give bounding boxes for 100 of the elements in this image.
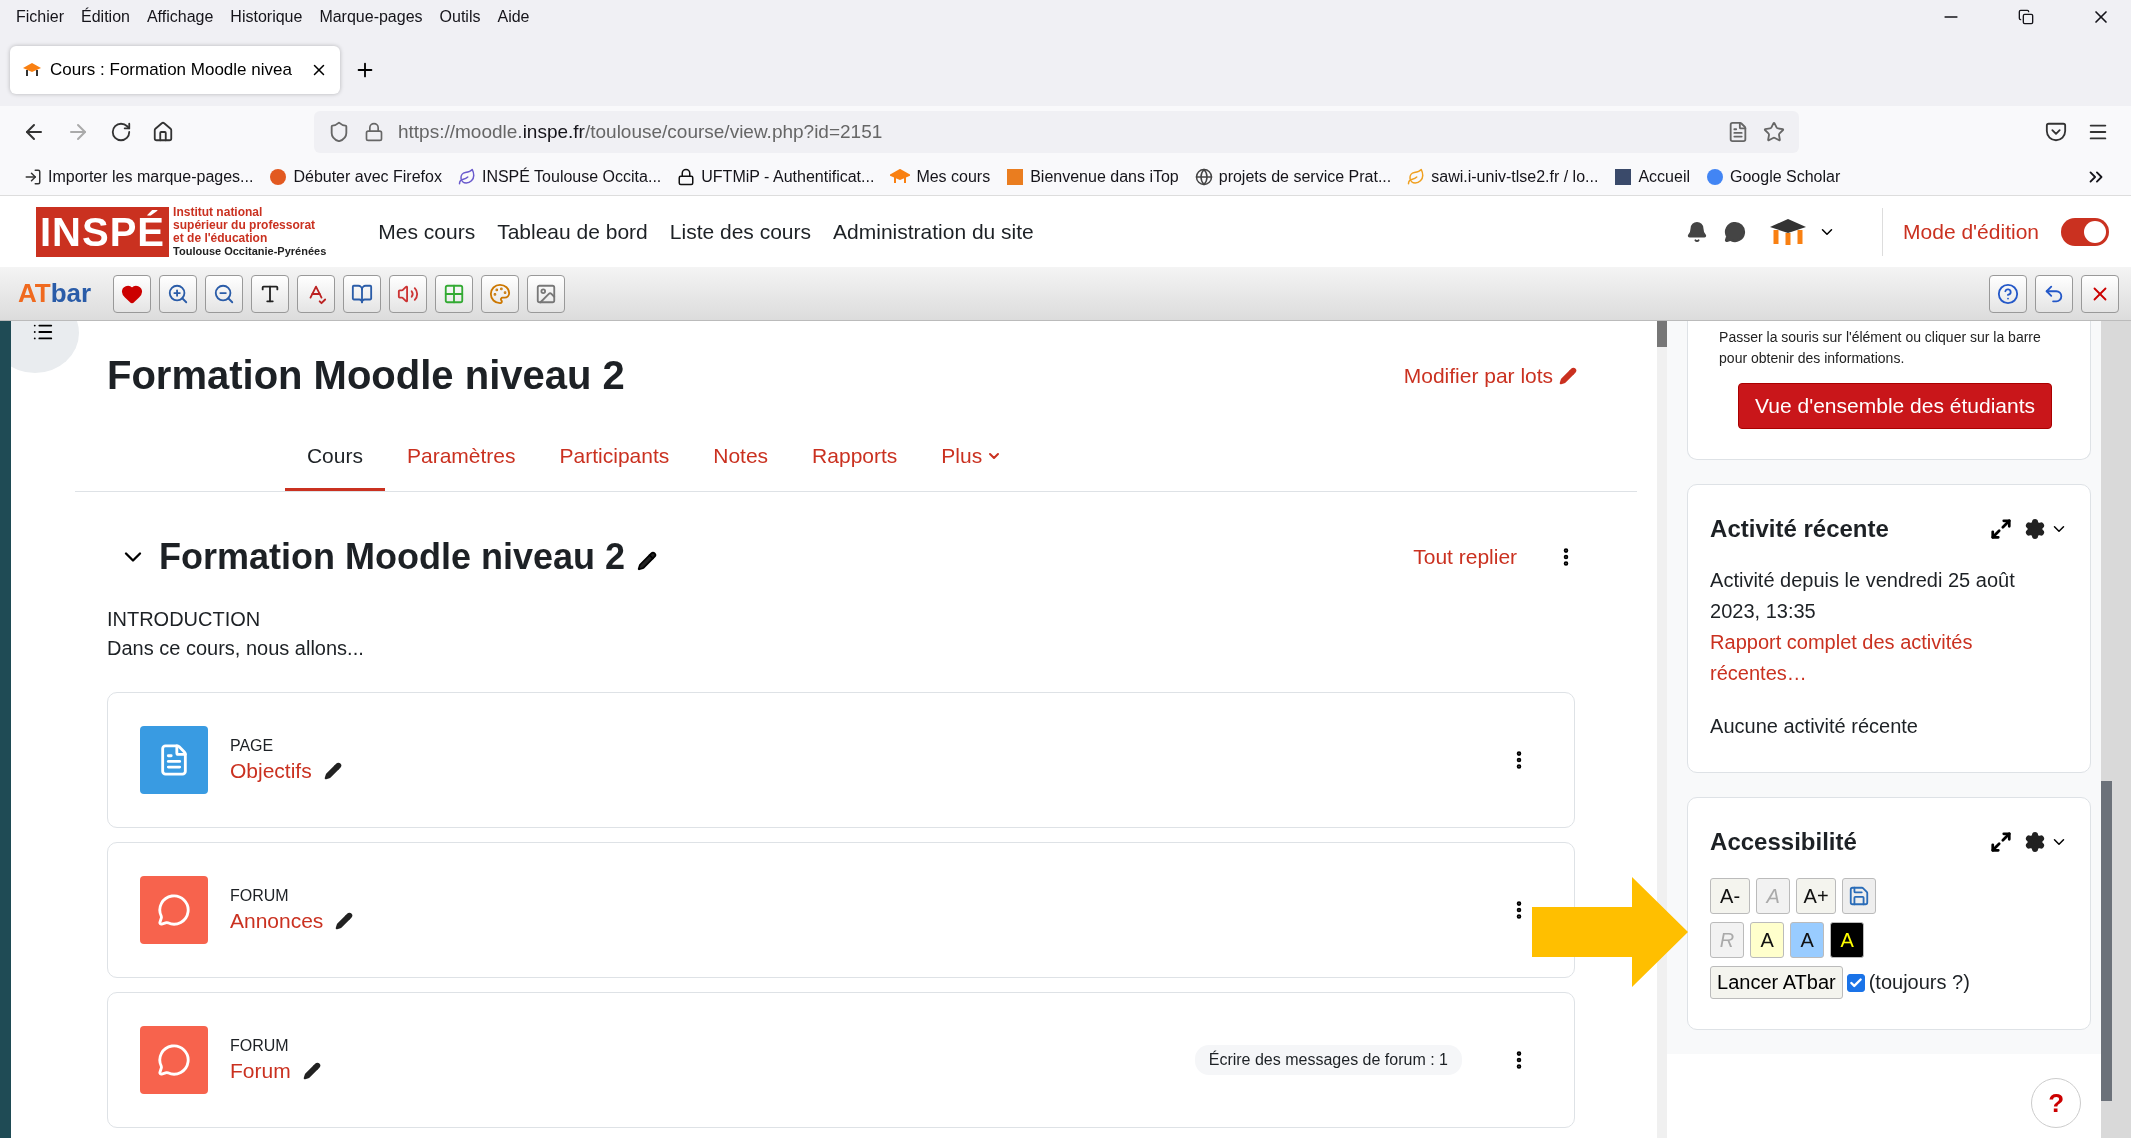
- hat-icon: [890, 168, 911, 185]
- image-icon: [535, 282, 558, 305]
- chat-icon[interactable]: [1724, 220, 1747, 243]
- scrollbar[interactable]: [1657, 321, 1668, 1138]
- pencil-icon: [302, 1062, 321, 1080]
- round-icon: [269, 167, 288, 186]
- course-tab[interactable]: Notes: [691, 430, 791, 491]
- nav-link[interactable]: Mes cours: [378, 219, 476, 244]
- pocket-icon[interactable]: [2045, 121, 2067, 143]
- bookmark-link[interactable]: sawi.i-univ-tlse2.fr / lo...: [1407, 167, 1599, 186]
- nav-link[interactable]: Tableau de bord: [497, 219, 648, 244]
- bookmark-link[interactable]: Accueil: [1614, 167, 1690, 186]
- book-icon: [351, 282, 374, 305]
- launch-atbar-button[interactable]: Lancer ATbar: [1710, 966, 1843, 999]
- square-icon: [1614, 167, 1633, 186]
- activity-link[interactable]: Annonces: [229, 909, 1486, 933]
- activity-since-text: Activité depuis le vendredi 25 août 2023, 13:35: [1710, 568, 2016, 624]
- settings-icon[interactable]: [2024, 831, 2047, 853]
- address-field[interactable]: https://moodle.inspe.fr/toulouse/course/view.php?id=2151: [314, 111, 1799, 153]
- toolbar-button[interactable]: [297, 274, 336, 313]
- expand-icon[interactable]: [1990, 518, 2013, 540]
- expand-icon[interactable]: [1990, 831, 2013, 853]
- import-icon: [24, 167, 42, 186]
- menu-item[interactable]: Historique: [230, 8, 303, 26]
- document-icon: [139, 726, 208, 794]
- grid-icon: [443, 282, 466, 305]
- text-size-button[interactable]: A: [1830, 922, 1865, 958]
- full-report-link[interactable]: Rapport complet des activités récentes…: [1710, 627, 2069, 689]
- activity-link[interactable]: Objectifs: [229, 759, 1486, 783]
- star-icon[interactable]: [1763, 121, 1785, 143]
- toolbar-button[interactable]: [343, 274, 382, 313]
- bookmark-link[interactable]: UFTMiP - Authentificat...: [677, 167, 875, 186]
- menu-item[interactable]: Outils: [439, 8, 481, 26]
- scrollbar[interactable]: [2101, 321, 2131, 1138]
- tab-title: Cours : Formation Moodle nivea: [50, 60, 293, 80]
- menu-item[interactable]: Fichier: [16, 8, 64, 26]
- speech-bubble-icon: [139, 1026, 208, 1094]
- empty-text: Aucune activité récente: [1710, 714, 1919, 739]
- activity-link[interactable]: Forum: [229, 1059, 1173, 1083]
- pencil-icon: [335, 912, 354, 930]
- toolbar-button[interactable]: [113, 274, 152, 313]
- text-size-button[interactable]: A+: [1796, 878, 1837, 914]
- leaf-icon: [457, 167, 476, 186]
- bookmark-link[interactable]: Importer les marque-pages...: [24, 167, 254, 186]
- edit-mode-switch[interactable]: [2061, 217, 2109, 246]
- pencil-icon[interactable]: [637, 551, 657, 571]
- nav-link[interactable]: Liste des cours: [669, 219, 812, 244]
- activity-type: PAGE: [229, 737, 275, 755]
- course-tab[interactable]: Plus: [919, 430, 1025, 491]
- course-tab[interactable]: Cours: [284, 430, 385, 491]
- save-button[interactable]: [1842, 878, 1877, 914]
- atbar-logo: ATbar: [18, 278, 92, 309]
- settings-icon[interactable]: [2024, 518, 2047, 540]
- square-icon: [1006, 167, 1025, 186]
- course-tab[interactable]: Rapports: [790, 430, 920, 491]
- course-tab[interactable]: Paramètres: [385, 430, 538, 491]
- restore-icon[interactable]: [2018, 9, 2034, 25]
- reload-icon[interactable]: [110, 121, 132, 143]
- round-icon: [1706, 167, 1724, 186]
- toolbar-button[interactable]: [205, 274, 244, 313]
- menu-item[interactable]: Édition: [81, 8, 130, 26]
- text-size-button[interactable]: A: [1750, 922, 1785, 958]
- menu-item[interactable]: Aide: [497, 8, 530, 26]
- checkbox-label: (toujours ?): [1868, 971, 1970, 994]
- collapse-all-link[interactable]: Tout replier: [1413, 545, 1518, 569]
- bookmark-link[interactable]: Google Scholar: [1706, 167, 1841, 186]
- toolbar-button[interactable]: [1989, 274, 2027, 313]
- globe-icon: [1194, 167, 1213, 186]
- course-tab[interactable]: Participants: [537, 430, 692, 491]
- overview-button[interactable]: Vue d'ensemble des étudiants: [1738, 383, 2052, 429]
- toolbar-button[interactable]: [2035, 274, 2073, 313]
- speech-bubble-icon: [139, 876, 208, 944]
- toolbar-button[interactable]: [251, 274, 290, 313]
- bookmark-link[interactable]: Mes cours: [890, 167, 991, 186]
- bookmark-link[interactable]: Bienvenue dans iTop: [1006, 167, 1179, 186]
- toolbar-button[interactable]: [159, 274, 198, 313]
- bookmark-link[interactable]: Débuter avec Firefox: [269, 167, 442, 186]
- course-title: Formation Moodle niveau 2: [106, 353, 625, 398]
- zoom-out-icon: [213, 282, 236, 305]
- block-title: Activité récente: [1710, 515, 1890, 543]
- edit-mode-label: Mode d'édition: [1882, 207, 2039, 256]
- browser-tab[interactable]: Cours : Formation Moodle nivea: [10, 46, 340, 94]
- summary-heading: INTRODUCTION: [106, 608, 262, 631]
- text-size-button[interactable]: A-: [1710, 878, 1751, 914]
- menu-item[interactable]: Marque-pages: [319, 8, 423, 26]
- bell-icon[interactable]: [1686, 220, 1709, 243]
- bookmark-link[interactable]: INSPÉ Toulouse Occita...: [457, 167, 662, 186]
- completion-tag: Écrire des messages de forum : 1: [1194, 1045, 1462, 1075]
- bulk-edit-link[interactable]: Modifier par lots: [1403, 363, 1578, 388]
- activity-type: FORUM: [229, 887, 290, 905]
- reader-icon[interactable]: [1727, 121, 1749, 143]
- home-icon[interactable]: [152, 121, 174, 143]
- menu-item[interactable]: Affichage: [146, 8, 214, 26]
- checkbox[interactable]: [1846, 973, 1865, 992]
- bookmark-link[interactable]: projets de service Prat...: [1194, 167, 1392, 186]
- nav-link[interactable]: Administration du site: [833, 219, 1034, 244]
- text-size-button[interactable]: A: [1790, 922, 1825, 958]
- lock-icon: [364, 122, 384, 142]
- pencil-icon: [323, 762, 342, 780]
- leaf-icon: [1407, 167, 1426, 186]
